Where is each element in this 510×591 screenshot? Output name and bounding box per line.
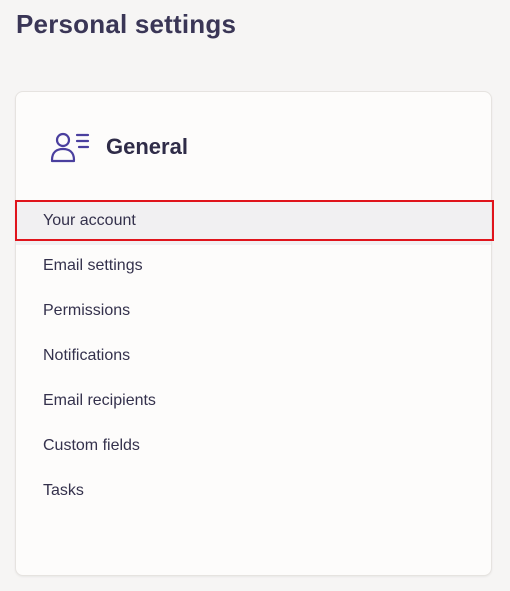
menu-item-notifications[interactable]: Notifications: [16, 335, 491, 380]
menu-item-tasks[interactable]: Tasks: [16, 470, 491, 515]
menu-item-custom-fields[interactable]: Custom fields: [16, 425, 491, 470]
menu-item-email-recipients[interactable]: Email recipients: [16, 380, 491, 425]
card-title: General: [106, 134, 188, 159]
page-title: Personal settings: [16, 9, 237, 39]
card-header: General: [50, 130, 188, 164]
settings-menu: Your account Email settings Permissions …: [15, 200, 494, 515]
menu-item-your-account[interactable]: Your account: [15, 200, 494, 245]
menu-item-permissions[interactable]: Permissions: [16, 290, 491, 335]
settings-page: Personal settings General Your account E…: [0, 0, 510, 591]
user-list-icon: [50, 130, 90, 164]
general-settings-card: General Your account Email settings Perm…: [15, 91, 494, 576]
menu-item-email-settings[interactable]: Email settings: [16, 245, 491, 290]
